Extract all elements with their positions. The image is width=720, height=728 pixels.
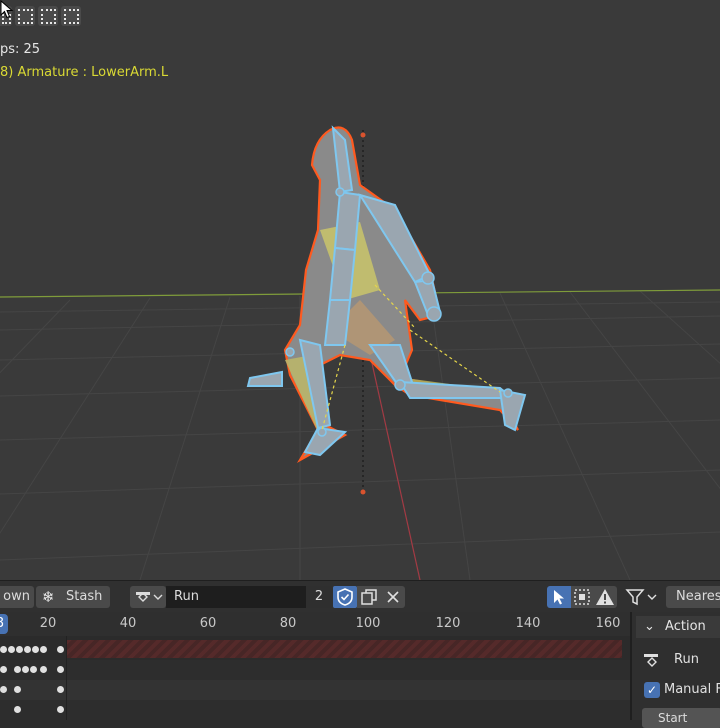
fps-readout: ps: 25 [0,42,41,57]
filter-dropdown[interactable] [624,586,658,608]
keyframe[interactable] [57,646,64,653]
sidebar-action-name: Run [674,652,699,667]
funnel-icon [625,589,657,606]
select-mode-extend-button[interactable] [15,6,35,26]
ruler-tick: 40 [119,616,137,631]
keyframe[interactable] [14,706,21,713]
range-end-line [66,636,67,720]
snowflake-icon: ❄ [42,588,55,606]
keyframe[interactable] [32,646,39,653]
mouse-cursor-icon [0,0,14,19]
ruler-tick: 80 [279,616,297,631]
keyframe[interactable] [0,646,7,653]
checkmark-icon: ✓ [644,682,660,698]
cursor-arrow-icon [554,590,564,605]
frame-ruler[interactable]: 8 20 40 60 80 100 120 140 160 [0,612,630,636]
action-browse-icon [136,592,163,602]
ruler-tick: 60 [199,616,217,631]
stash-label: Stash [66,589,103,604]
push-down-button[interactable]: own [0,586,34,608]
tweak-select-button[interactable] [547,586,571,608]
keyframe[interactable] [14,686,21,693]
stash-button[interactable]: ❄ Stash [36,586,110,608]
ruler-tick: 160 [595,616,621,631]
ruler-tick: 120 [435,616,461,631]
root-point-bottom [360,489,366,495]
viewport-scene [0,125,720,580]
action-panel-title: Action [665,619,706,634]
keyframe[interactable] [30,666,37,673]
select-mode-subtract-button[interactable] [38,6,58,26]
object-info-text: 8) Armature : LowerArm.L [0,65,169,80]
keyframe[interactable] [16,646,23,653]
chevron-down-icon: ⌄ [644,619,655,634]
box-select-button[interactable] [571,586,593,608]
close-icon [387,591,399,603]
shield-icon [337,588,353,606]
channel-row[interactable] [0,680,630,700]
keyframe[interactable] [57,686,64,693]
select-intersect-icon [63,8,79,24]
select-subtract-icon [40,8,56,24]
unlink-action-button[interactable] [381,586,405,608]
browse-action-button[interactable] [130,586,166,608]
keyframe[interactable] [14,666,21,673]
keyframe[interactable] [57,666,64,673]
keyframe[interactable] [8,646,15,653]
select-extend-icon [17,8,33,24]
channel-row[interactable] [0,700,630,720]
keyframe[interactable] [22,666,29,673]
action-panel-header[interactable]: ⌄ Action [636,616,720,638]
action-name-field[interactable]: Run [166,586,306,608]
start-frame-field[interactable]: Start [642,708,720,728]
keyframe[interactable] [0,686,7,693]
ruler-tick: 20 [39,616,57,631]
snapping-dropdown[interactable]: Neares [666,586,720,608]
3d-viewport[interactable]: ps: 25 8) Armature : LowerArm.L [0,0,720,580]
sidebar-action-row[interactable]: Run [642,652,699,674]
ruler-tick: 140 [515,616,541,631]
keyframe[interactable] [24,646,31,653]
keyframe[interactable] [0,666,7,673]
action-editor-header: own ❄ Stash Run 2 Neares [0,580,720,613]
action-sidebar: ⌄ Action Run ✓ Manual Fr Start [630,612,720,728]
warning-button[interactable] [593,586,617,608]
keyframe[interactable] [40,666,47,673]
keyframe[interactable] [57,706,64,713]
manual-frame-range-label: Manual Fr [664,682,720,697]
action-icon [644,654,658,667]
select-mode-intersect-button[interactable] [61,6,81,26]
action-range-strip [66,640,622,658]
dopesheet-timeline[interactable]: 8 20 40 60 80 100 120 140 160 [0,612,630,720]
box-select-icon [574,589,590,605]
current-frame-indicator[interactable]: 8 [0,614,8,634]
warning-icon [596,589,614,605]
keyframe[interactable] [40,646,47,653]
action-users-count[interactable]: 2 [306,586,332,608]
new-action-button[interactable] [357,586,381,608]
root-point-top [360,132,366,138]
duplicate-icon [361,589,377,605]
ruler-tick: 100 [355,616,381,631]
channel-row[interactable] [0,660,630,680]
fake-user-button[interactable] [333,586,357,608]
